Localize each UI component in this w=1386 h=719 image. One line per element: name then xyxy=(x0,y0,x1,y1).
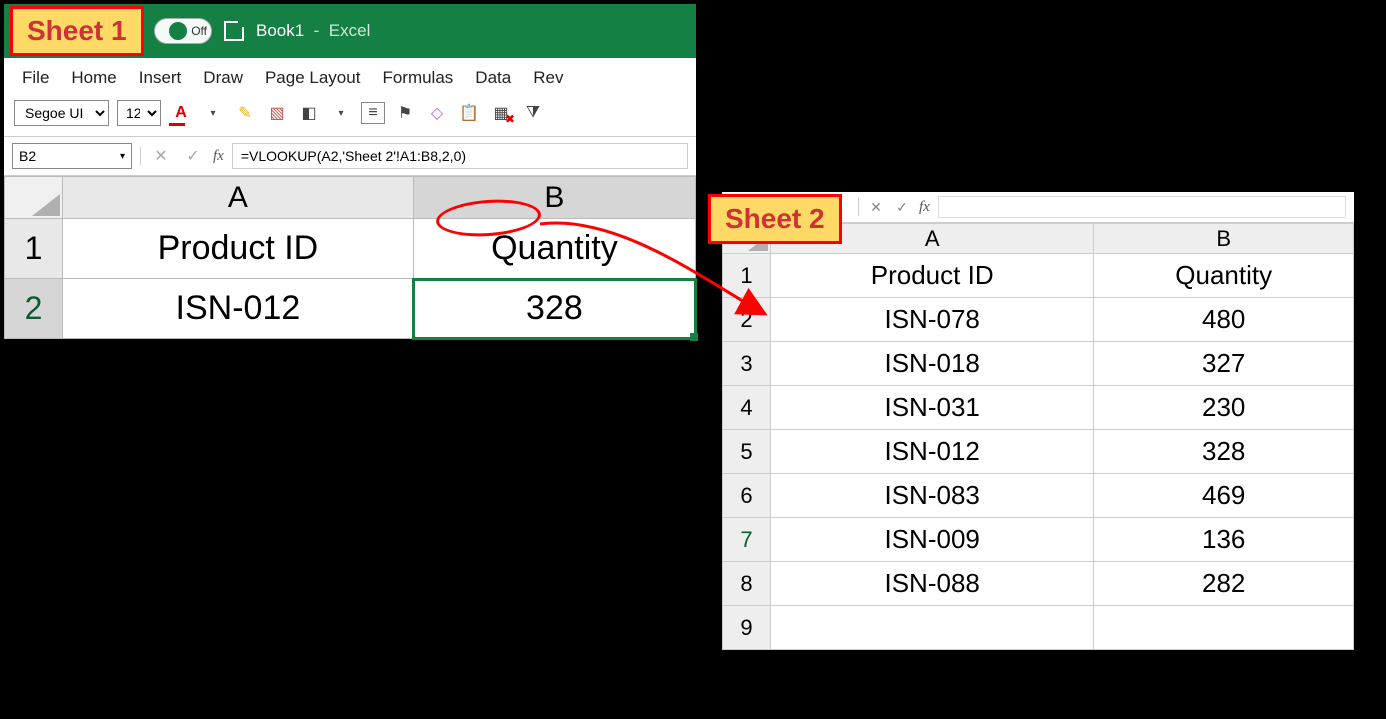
row-header-3[interactable]: 3 xyxy=(723,342,771,386)
formula-input[interactable]: =VLOOKUP(A2,'Sheet 2'!A1:B8,2,0) xyxy=(232,143,688,169)
fill-color-icon[interactable]: ◧ xyxy=(297,102,321,124)
spreadsheet-grid-2: A B 1Product IDQuantity2ISN-0784803ISN-0… xyxy=(722,223,1354,650)
cell-a2[interactable]: ISN-012 xyxy=(63,279,414,339)
ribbon-tabs: File Home Insert Draw Page Layout Formul… xyxy=(4,58,696,96)
row-header-5[interactable]: 5 xyxy=(723,430,771,474)
paste-icon[interactable]: 📋 xyxy=(457,102,481,124)
tab-formulas[interactable]: Formulas xyxy=(382,68,453,88)
name-box[interactable]: B2▾ xyxy=(12,143,132,169)
tab-review[interactable]: Rev xyxy=(533,68,563,88)
tab-home[interactable]: Home xyxy=(71,68,116,88)
enter-icon[interactable]: ✓ xyxy=(181,145,205,167)
enter-icon[interactable]: ✓ xyxy=(893,199,911,216)
formula-bar: B2▾ ✕ ✓ fx =VLOOKUP(A2,'Sheet 2'!A1:B8,2… xyxy=(4,137,696,176)
cell-a4[interactable]: ISN-031 xyxy=(771,386,1094,430)
tab-draw[interactable]: Draw xyxy=(203,68,243,88)
row-header-8[interactable]: 8 xyxy=(723,562,771,606)
highlighter-icon[interactable]: ✎ xyxy=(233,102,257,124)
font-color-icon[interactable]: A xyxy=(169,102,193,124)
toolbar: Segoe UI 12 A ▾ ✎ ▧ ◧ ▾ ≡ ⚑ ◇ 📋 ▦✖ ⧩ xyxy=(4,96,696,137)
fx-icon[interactable]: fx xyxy=(919,199,930,216)
row-header-6[interactable]: 6 xyxy=(723,474,771,518)
spreadsheet-grid-1: A B 1 Product ID Quantity 2 ISN-012 328 xyxy=(4,176,696,339)
sheet2-window: ✕ ✓ fx A B 1Product IDQuantity2ISN-07848… xyxy=(718,188,1358,654)
font-size-dropdown[interactable]: 12 xyxy=(117,100,161,126)
tab-data[interactable]: Data xyxy=(475,68,511,88)
filter-icon[interactable]: ⧩ xyxy=(521,102,545,124)
row-header-2[interactable]: 2 xyxy=(723,298,771,342)
dropdown-caret-icon[interactable]: ▾ xyxy=(201,102,225,124)
dropdown-caret-icon[interactable]: ▾ xyxy=(329,102,353,124)
cell-a7[interactable]: ISN-009 xyxy=(771,518,1094,562)
autosave-toggle[interactable]: Off xyxy=(154,18,212,44)
cell-b3[interactable]: 327 xyxy=(1094,342,1354,386)
eraser-icon[interactable]: ◇ xyxy=(425,102,449,124)
select-all-corner[interactable] xyxy=(5,177,63,219)
row-header-1[interactable]: 1 xyxy=(5,219,63,279)
cell-b6[interactable]: 469 xyxy=(1094,474,1354,518)
cell-b4[interactable]: 230 xyxy=(1094,386,1354,430)
cell-a6[interactable]: ISN-083 xyxy=(771,474,1094,518)
row-header-1[interactable]: 1 xyxy=(723,254,771,298)
cell-a3[interactable]: ISN-018 xyxy=(771,342,1094,386)
cell-b7[interactable]: 136 xyxy=(1094,518,1354,562)
column-header-a[interactable]: A xyxy=(63,177,414,219)
formula-input-2[interactable] xyxy=(938,196,1346,218)
save-icon[interactable] xyxy=(224,21,244,41)
cell-b2[interactable]: 480 xyxy=(1094,298,1354,342)
sheet-2-label: Sheet 2 xyxy=(708,194,842,244)
column-header-b[interactable]: B xyxy=(1094,224,1354,254)
cell-a5[interactable]: ISN-012 xyxy=(771,430,1094,474)
cancel-icon[interactable]: ✕ xyxy=(867,199,885,216)
row-header-9[interactable]: 9 xyxy=(723,606,771,650)
cell-a9[interactable] xyxy=(771,606,1094,650)
window-title: Book1 - Excel xyxy=(256,21,370,41)
tab-insert[interactable]: Insert xyxy=(139,68,182,88)
tab-page-layout[interactable]: Page Layout xyxy=(265,68,360,88)
cell-a1[interactable]: Product ID xyxy=(771,254,1094,298)
row-header-7[interactable]: 7 xyxy=(723,518,771,562)
cancel-icon[interactable]: ✕ xyxy=(149,145,173,167)
align-center-icon[interactable]: ≡ xyxy=(361,102,385,124)
clear-table-icon[interactable]: ▦✖ xyxy=(489,102,513,124)
cell-a1[interactable]: Product ID xyxy=(63,219,414,279)
cell-b9[interactable] xyxy=(1094,606,1354,650)
cell-b8[interactable]: 282 xyxy=(1094,562,1354,606)
sheet-1-label: Sheet 1 xyxy=(10,6,144,56)
autosave-toggle-label: Off xyxy=(191,24,207,38)
cell-b1[interactable]: Quantity xyxy=(1094,254,1354,298)
row-header-4[interactable]: 4 xyxy=(723,386,771,430)
flag-icon[interactable]: ⚑ xyxy=(393,102,417,124)
font-name-dropdown[interactable]: Segoe UI xyxy=(14,100,109,126)
styles-icon[interactable]: ▧ xyxy=(265,102,289,124)
cell-a2[interactable]: ISN-078 xyxy=(771,298,1094,342)
row-header-2[interactable]: 2 xyxy=(5,279,63,339)
cell-b2[interactable]: 328 xyxy=(413,279,695,339)
tab-file[interactable]: File xyxy=(22,68,49,88)
fx-icon[interactable]: fx xyxy=(213,148,224,165)
cell-a8[interactable]: ISN-088 xyxy=(771,562,1094,606)
cell-b5[interactable]: 328 xyxy=(1094,430,1354,474)
